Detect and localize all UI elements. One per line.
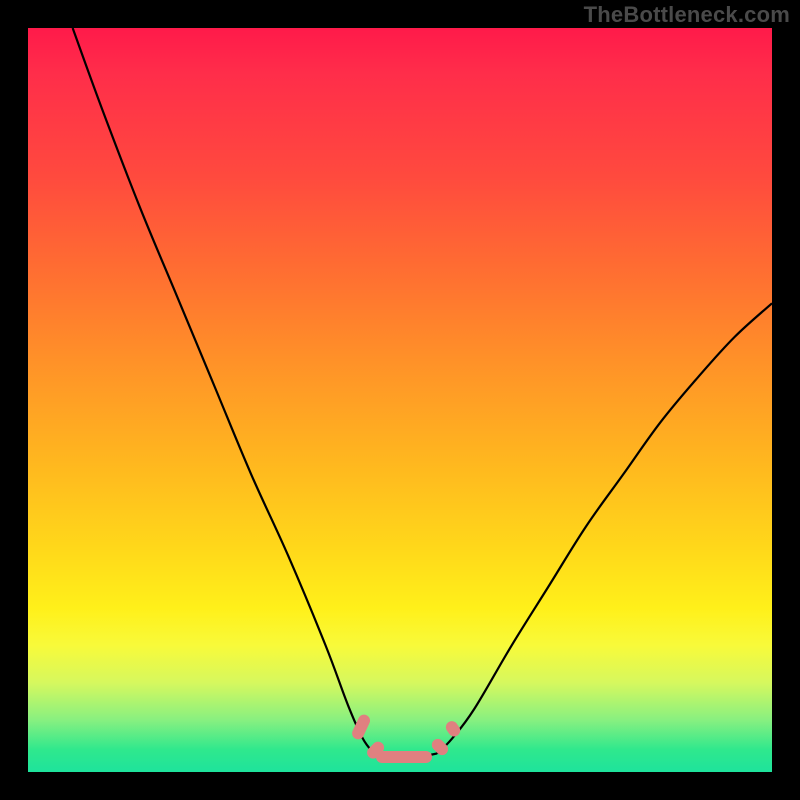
chart-plot-area: [28, 28, 772, 772]
left-curve-line: [73, 28, 374, 753]
valley-bar: [376, 751, 432, 763]
chart-curves-svg: [28, 28, 772, 772]
watermark-label: TheBottleneck.com: [584, 2, 790, 28]
chart-frame: TheBottleneck.com: [0, 0, 800, 800]
right-curve-line: [437, 303, 772, 753]
